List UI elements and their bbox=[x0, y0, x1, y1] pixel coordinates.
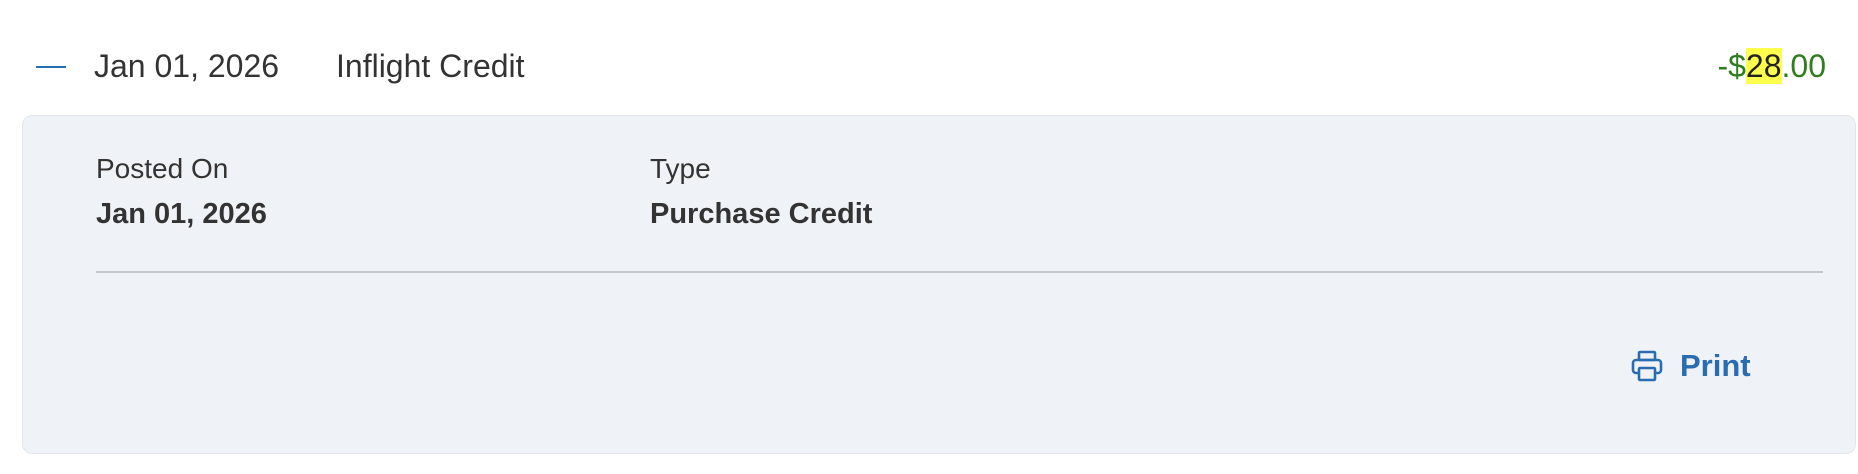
transaction-details-panel: Posted On Jan 01, 2026 Type Purchase Cre… bbox=[22, 115, 1856, 454]
print-button[interactable]: Print bbox=[1630, 344, 1751, 388]
transaction-amount: -$28.00 bbox=[1717, 46, 1826, 86]
type-label: Type bbox=[650, 153, 711, 184]
collapse-toggle-icon[interactable] bbox=[36, 66, 66, 68]
amount-whole-highlighted: 28 bbox=[1745, 48, 1782, 84]
print-label: Print bbox=[1680, 348, 1751, 383]
amount-cents: .00 bbox=[1781, 48, 1826, 84]
transaction-date: Jan 01, 2026 bbox=[94, 48, 280, 84]
transaction-description: Inflight Credit bbox=[336, 48, 525, 84]
printer-icon bbox=[1630, 349, 1664, 383]
details-divider bbox=[96, 271, 1823, 273]
posted-on-label: Posted On bbox=[96, 153, 229, 184]
posted-on-value: Jan 01, 2026 bbox=[96, 198, 267, 230]
transaction-row[interactable]: Jan 01, 2026 Inflight Credit -$28.00 bbox=[0, 0, 1858, 115]
amount-prefix: -$ bbox=[1717, 48, 1746, 84]
type-value: Purchase Credit bbox=[650, 198, 873, 230]
